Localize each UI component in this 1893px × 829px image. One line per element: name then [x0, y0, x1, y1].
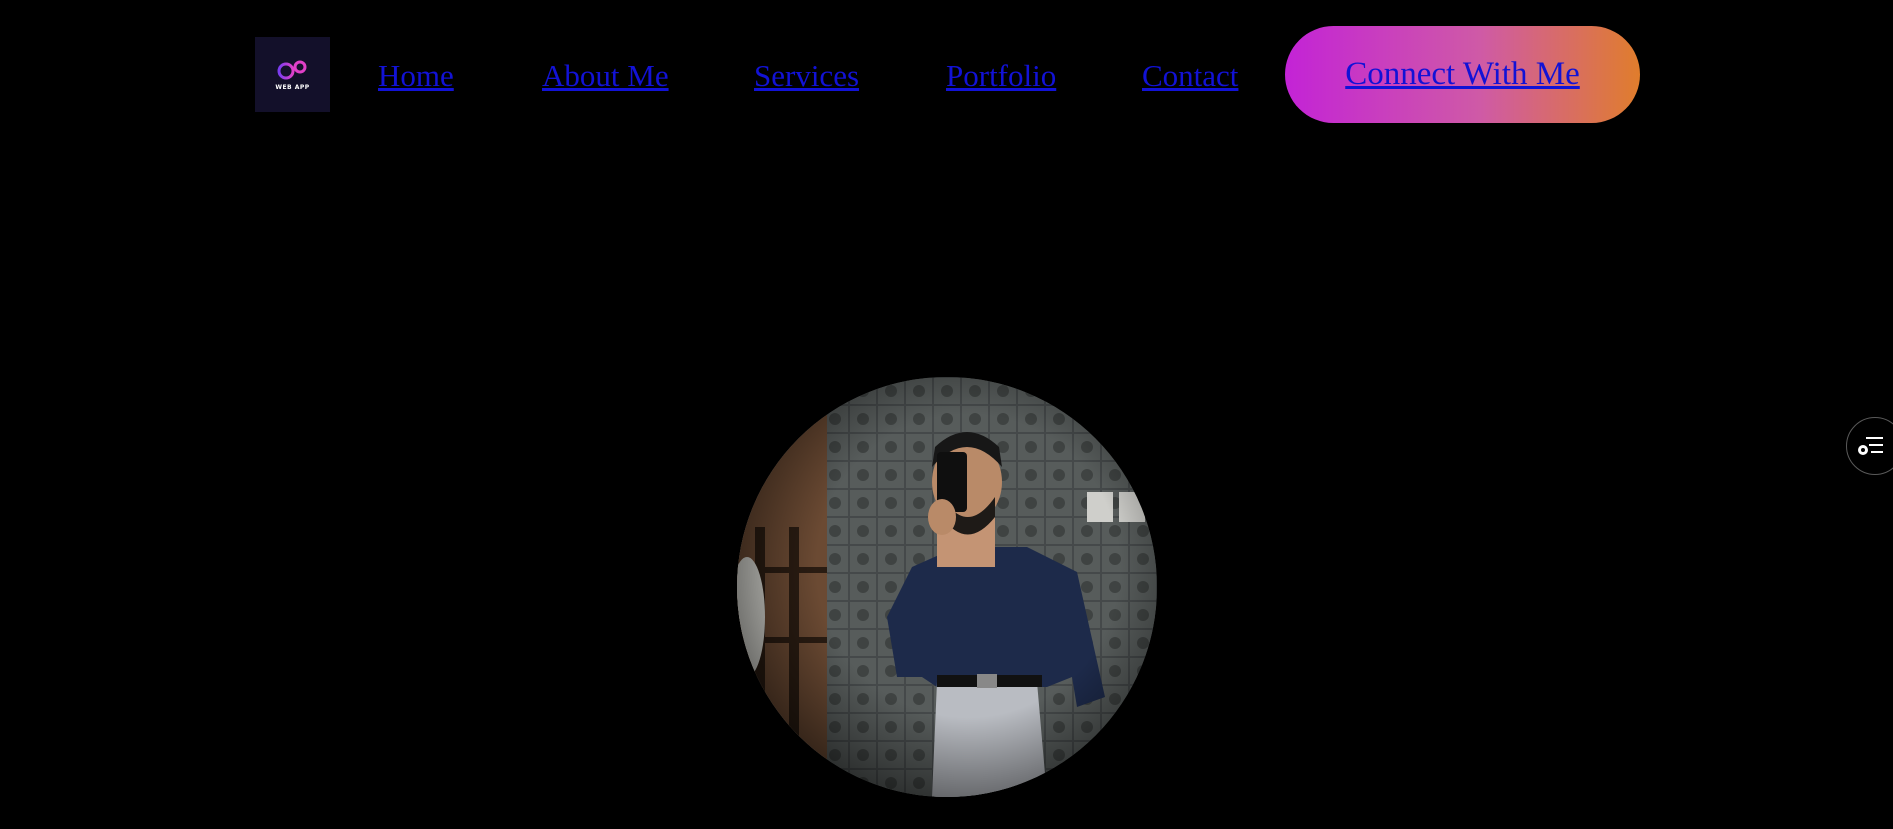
side-panel-toggle[interactable]	[1846, 417, 1893, 475]
connect-with-me-button[interactable]: Connect With Me	[1285, 26, 1640, 123]
nav-link-services[interactable]: Services	[754, 54, 859, 98]
nav-link-portfolio[interactable]: Portfolio	[946, 54, 1056, 98]
site-logo[interactable]: WEB APP	[255, 37, 330, 112]
logo-text: WEB APP	[275, 83, 310, 91]
nav-link-contact[interactable]: Contact	[1142, 54, 1238, 98]
nav-link-home[interactable]: Home	[378, 54, 454, 98]
page: WEB APP Home About Me Services Portfolio…	[0, 0, 1893, 829]
nav-link-about-me[interactable]: About Me	[542, 54, 669, 98]
connect-with-me-label: Connect With Me	[1345, 56, 1580, 92]
profile-photo	[737, 377, 1157, 797]
settings-list-icon	[1858, 437, 1883, 455]
infinity-logo-icon	[277, 60, 306, 79]
